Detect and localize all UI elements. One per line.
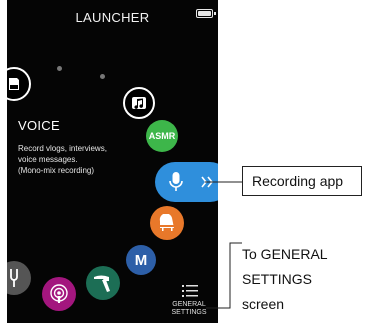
page-dot — [100, 74, 105, 79]
selected-app-description: Record vlogs, interviews, voice messages… — [18, 144, 107, 175]
double-chevron-right-icon — [201, 176, 214, 188]
tuning-fork-icon — [10, 269, 18, 287]
page-title: LAUNCHER — [75, 10, 150, 25]
general-settings-button[interactable]: GENERAL SETTINGS — [157, 301, 218, 317]
menu-icon[interactable] — [179, 284, 199, 298]
app-podcast[interactable] — [42, 277, 76, 311]
app-asmr[interactable]: ASMR — [146, 120, 178, 152]
podcast-icon — [50, 284, 68, 303]
app-tools[interactable] — [86, 266, 120, 300]
hammer-icon — [94, 275, 110, 292]
m-label: M — [134, 251, 148, 269]
app-voice-selected[interactable] — [155, 162, 218, 202]
launcher-screen: LAUNCHER ASMR VOICE Record vlogs, interv… — [7, 0, 218, 323]
app-music-playback[interactable] — [123, 87, 155, 119]
recording-app-callout: Recording app — [242, 166, 362, 196]
selected-app-name: VOICE — [18, 118, 60, 133]
page-dot — [57, 66, 62, 71]
app-m[interactable]: M — [126, 245, 156, 275]
sd-card-icon — [9, 78, 19, 90]
general-settings-callout: To GENERAL SETTINGS screen — [242, 246, 328, 312]
music-playback-icon — [132, 97, 146, 109]
piano-icon — [159, 214, 174, 231]
app-music[interactable] — [150, 206, 184, 240]
app-tuner[interactable] — [7, 261, 31, 295]
microphone-icon — [169, 172, 183, 191]
battery-icon — [196, 9, 216, 18]
asmr-label: ASMR — [148, 131, 176, 141]
app-sd-card[interactable] — [7, 67, 31, 101]
